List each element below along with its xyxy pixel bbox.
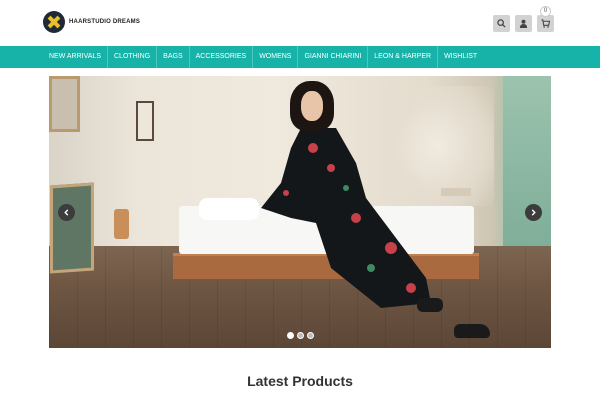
slider-prev-button[interactable] <box>58 204 75 221</box>
slider-dot[interactable] <box>297 332 304 339</box>
search-icon <box>497 19 506 28</box>
brand-name: HAARSTUDIO DREAMS <box>69 19 141 25</box>
slider-dot[interactable] <box>287 332 294 339</box>
cart-count-badge: 0 <box>540 6 551 17</box>
model-dress <box>261 128 431 308</box>
slider-dot[interactable] <box>307 332 314 339</box>
nav-item-leon-harper[interactable]: LEON & HARPER <box>368 46 439 68</box>
site-logo[interactable]: HAARSTUDIO DREAMS <box>43 11 140 33</box>
nav-item-wishlist[interactable]: WISHLIST <box>438 46 483 68</box>
latest-products-heading: Latest Products <box>247 373 353 389</box>
chevron-left-icon <box>64 209 69 216</box>
floor-frame <box>50 182 94 274</box>
slider-pagination <box>287 332 314 339</box>
nav-item-clothing[interactable]: CLOTHING <box>108 46 158 68</box>
wall-frame <box>136 101 154 141</box>
cart-icon <box>541 19 550 28</box>
chevron-right-icon <box>531 209 536 216</box>
cart-button[interactable]: 0 <box>537 6 554 32</box>
user-icon <box>519 19 528 28</box>
header-actions: 0 <box>493 6 554 32</box>
hero-slider[interactable] <box>49 76 551 348</box>
account-button[interactable] <box>515 15 532 32</box>
slider-next-button[interactable] <box>525 204 542 221</box>
nav-item-womens[interactable]: WOMENS <box>253 46 299 68</box>
x-logo-icon <box>43 11 65 33</box>
nav-item-gianni-chiarini[interactable]: GIANNI CHIARINI <box>298 46 369 68</box>
site-header: HAARSTUDIO DREAMS 0 <box>0 0 600 46</box>
main-navigation: NEW ARRIVALS CLOTHING BAGS ACCESSORIES W… <box>0 46 600 68</box>
search-button[interactable] <box>493 15 510 32</box>
wall-frame <box>49 76 80 132</box>
nav-item-new-arrivals[interactable]: NEW ARRIVALS <box>44 46 108 68</box>
nav-item-bags[interactable]: BAGS <box>157 46 190 68</box>
nav-item-accessories[interactable]: ACCESSORIES <box>190 46 254 68</box>
